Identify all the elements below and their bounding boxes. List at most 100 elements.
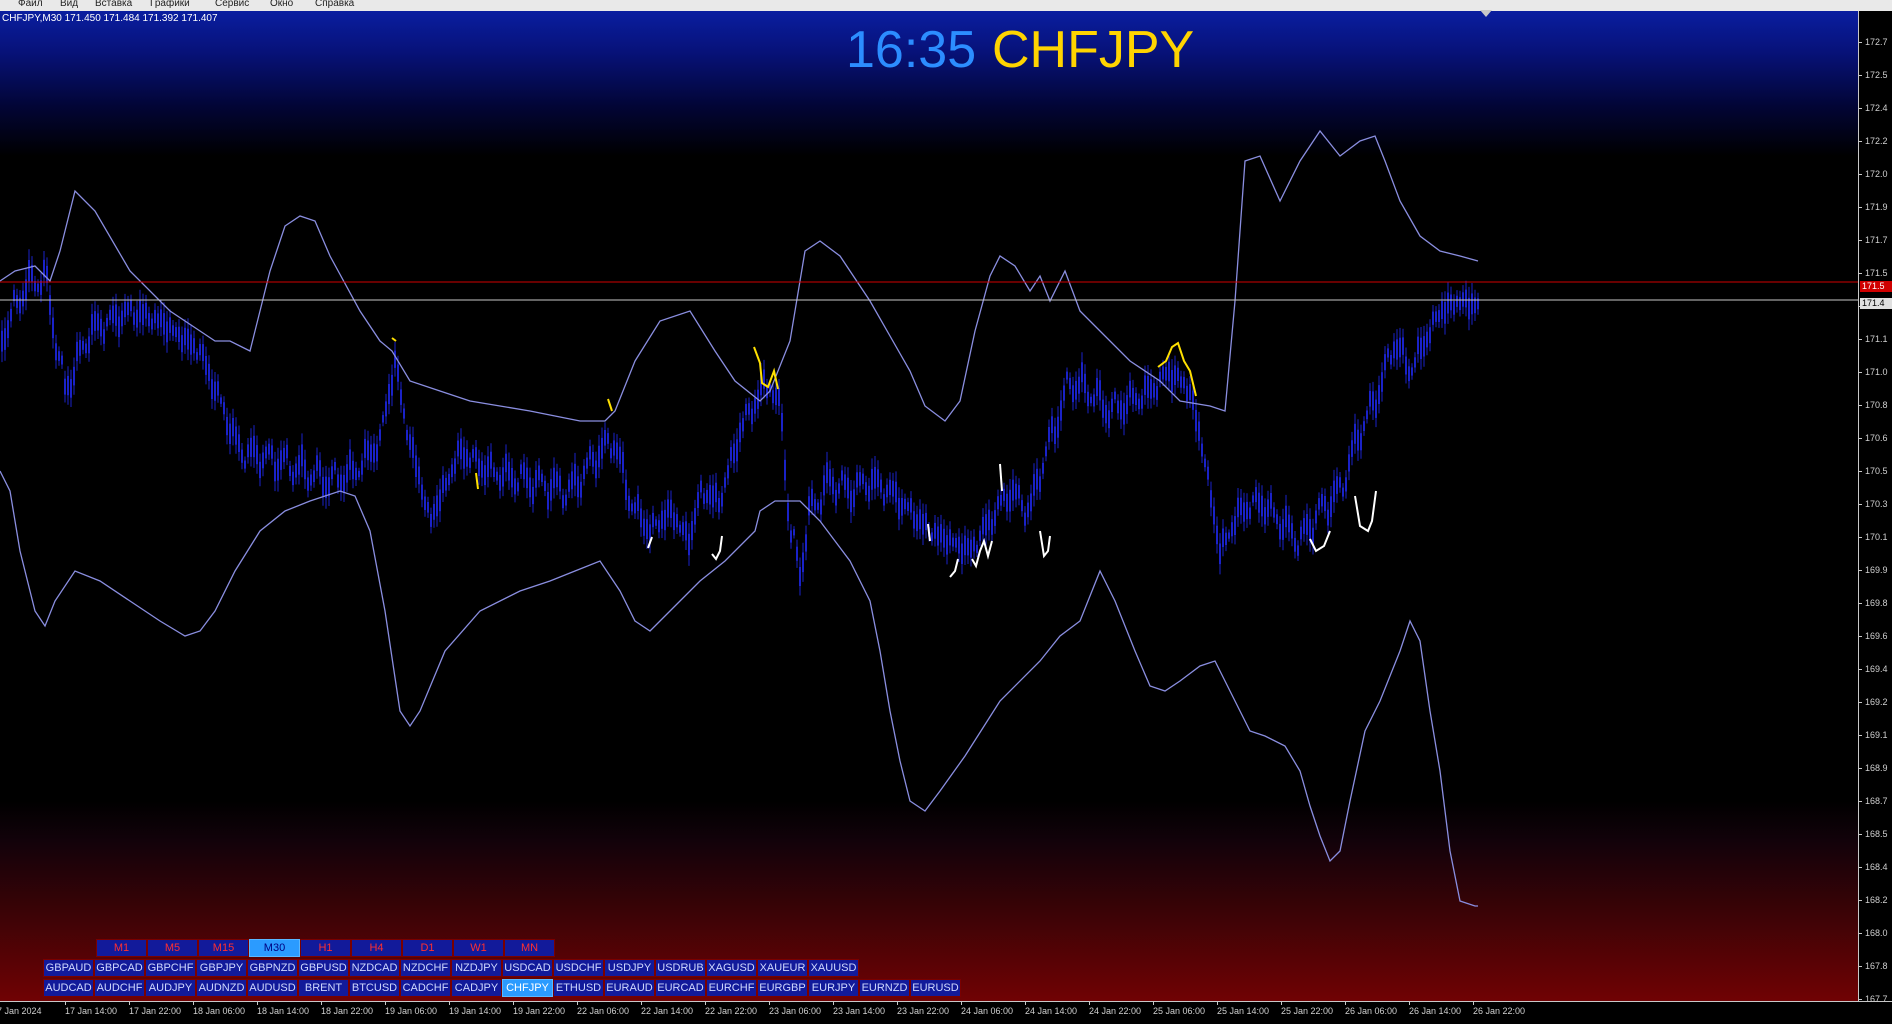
candle-body xyxy=(1012,479,1014,501)
candle-body xyxy=(1165,366,1167,381)
chart-area[interactable]: CHFJPY,M30 171.450 171.484 171.392 171.4… xyxy=(0,11,1858,1001)
candle-body xyxy=(685,521,687,541)
candle-body xyxy=(553,467,555,489)
candle-body xyxy=(277,458,279,481)
timeframe-button-h4[interactable]: H4 xyxy=(351,939,402,957)
candle-body xyxy=(532,486,534,505)
timeframe-button-w1[interactable]: W1 xyxy=(453,939,504,957)
candle-body xyxy=(1060,400,1062,421)
candle-body xyxy=(1360,433,1362,451)
candle-body xyxy=(805,534,807,552)
candle-body xyxy=(403,408,405,419)
candle-body xyxy=(1003,488,1005,501)
timeframe-button-m30[interactable]: M30 xyxy=(249,939,300,957)
candle-body xyxy=(1342,487,1344,497)
candle-body xyxy=(1432,311,1434,325)
candle-body xyxy=(1123,403,1125,425)
symbol-button-usdcad[interactable]: USDCAD xyxy=(502,959,553,977)
candle-body xyxy=(475,447,477,462)
candle-body xyxy=(886,484,888,498)
candle-body xyxy=(994,510,996,526)
candle-body xyxy=(964,535,966,556)
symbol-button-brent[interactable]: BRENT xyxy=(298,979,349,997)
price-chart[interactable] xyxy=(0,11,1858,1001)
symbol-button-audusd[interactable]: AUDUSD xyxy=(247,979,298,997)
symbol-button-xagusd[interactable]: XAGUSD xyxy=(706,959,757,977)
price-axis[interactable]: 167.7 167.8 168.0 168.2 168.4 168.5 168.7 168.9… xyxy=(1858,11,1892,1001)
candle-body xyxy=(676,514,678,528)
candle-body xyxy=(1333,480,1335,503)
symbol-button-gbpusd[interactable]: GBPUSD xyxy=(298,959,349,977)
symbol-button-gbpaud[interactable]: GBPAUD xyxy=(43,959,94,977)
symbol-button-xauusd[interactable]: XAUUSD xyxy=(808,959,859,977)
candle-body xyxy=(274,461,276,482)
symbol-button-eurgbp[interactable]: EURGBP xyxy=(757,979,808,997)
timeframe-button-m5[interactable]: M5 xyxy=(147,939,198,957)
symbol-button-eurchf[interactable]: EURCHF xyxy=(706,979,757,997)
menu-item[interactable]: Вид xyxy=(60,0,78,9)
candle-body xyxy=(1297,545,1299,556)
symbol-button-chfjpy[interactable]: CHFJPY xyxy=(502,979,553,997)
candle-body xyxy=(841,470,843,481)
menu-item[interactable]: Графики xyxy=(150,0,190,9)
symbol-button-btcusd[interactable]: BTCUSD xyxy=(349,979,400,997)
symbol-button-eurcad[interactable]: EURCAD xyxy=(655,979,706,997)
symbol-title: CHFJPY xyxy=(992,21,1195,79)
symbol-button-gbpnzd[interactable]: GBPNZD xyxy=(247,959,298,977)
candle-body xyxy=(694,508,696,525)
symbol-button-gbpcad[interactable]: GBPCAD xyxy=(94,959,145,977)
candle-body xyxy=(112,305,114,324)
timeframe-button-mn[interactable]: MN xyxy=(504,939,555,957)
symbol-button-ethusd[interactable]: ETHUSD xyxy=(553,979,604,997)
timeframe-button-d1[interactable]: D1 xyxy=(402,939,453,957)
symbol-button-audjpy[interactable]: AUDJPY xyxy=(145,979,196,997)
timeframe-button-m15[interactable]: M15 xyxy=(198,939,249,957)
symbol-button-euraud[interactable]: EURAUD xyxy=(604,979,655,997)
symbol-button-eurjpy[interactable]: EURJPY xyxy=(808,979,859,997)
symbol-button-gbpchf[interactable]: GBPCHF xyxy=(145,959,196,977)
symbol-button-usdrub[interactable]: USDRUB xyxy=(655,959,706,977)
symbol-button-cadjpy[interactable]: CADJPY xyxy=(451,979,502,997)
menu-item[interactable]: Файл xyxy=(18,0,43,9)
candle-body xyxy=(442,475,444,493)
symbol-button-audcad[interactable]: AUDCAD xyxy=(43,979,94,997)
time-axis[interactable]: 17 Jan 2024 17 Jan 14:00 17 Jan 22:00 18 Ja… xyxy=(0,1001,1892,1024)
symbol-button-nzdjpy[interactable]: NZDJPY xyxy=(451,959,502,977)
candle-body xyxy=(490,451,492,469)
time-tick-label: 26 Jan 06:00 xyxy=(1345,1002,1398,1016)
menu-item[interactable]: Вставка xyxy=(95,0,132,9)
candle-body xyxy=(367,440,369,461)
candle-body xyxy=(1069,377,1071,389)
candle-body xyxy=(832,476,834,495)
candle-body xyxy=(1351,440,1353,457)
menu-item[interactable]: Сервис xyxy=(215,0,249,9)
symbol-button-usdchf[interactable]: USDCHF xyxy=(553,959,604,977)
symbol-button-xaueur[interactable]: XAUEUR xyxy=(757,959,808,977)
symbol-button-eurusd[interactable]: EURUSD xyxy=(910,979,961,997)
candle-body xyxy=(1303,518,1305,534)
candle-body xyxy=(292,471,294,486)
menu-item[interactable]: Окно xyxy=(270,0,293,9)
candle-body xyxy=(1330,496,1332,517)
candle-body xyxy=(1369,390,1371,407)
menu-item[interactable]: Справка xyxy=(315,0,354,9)
symbol-button-usdjpy[interactable]: USDJPY xyxy=(604,959,655,977)
candle-body xyxy=(259,461,261,479)
symbol-button-nzdchf[interactable]: NZDCHF xyxy=(400,959,451,977)
chart-shift-marker-icon[interactable] xyxy=(1480,10,1492,17)
symbol-button-nzdcad[interactable]: NZDCAD xyxy=(349,959,400,977)
candle-body xyxy=(550,479,552,501)
timeframe-button-h1[interactable]: H1 xyxy=(300,939,351,957)
symbol-button-audnzd[interactable]: AUDNZD xyxy=(196,979,247,997)
symbol-button-cadchf[interactable]: CADCHF xyxy=(400,979,451,997)
candle-body xyxy=(1009,489,1011,512)
timeframe-button-m1[interactable]: M1 xyxy=(96,939,147,957)
candle-body xyxy=(1207,466,1209,480)
symbol-button-eurnzd[interactable]: EURNZD xyxy=(859,979,910,997)
symbol-button-gbpjpy[interactable]: GBPJPY xyxy=(196,959,247,977)
candle-body xyxy=(547,491,549,510)
candle-body xyxy=(835,489,837,506)
symbol-button-audchf[interactable]: AUDCHF xyxy=(94,979,145,997)
candle-body xyxy=(484,465,486,486)
signal-highlight-down xyxy=(999,463,1003,492)
